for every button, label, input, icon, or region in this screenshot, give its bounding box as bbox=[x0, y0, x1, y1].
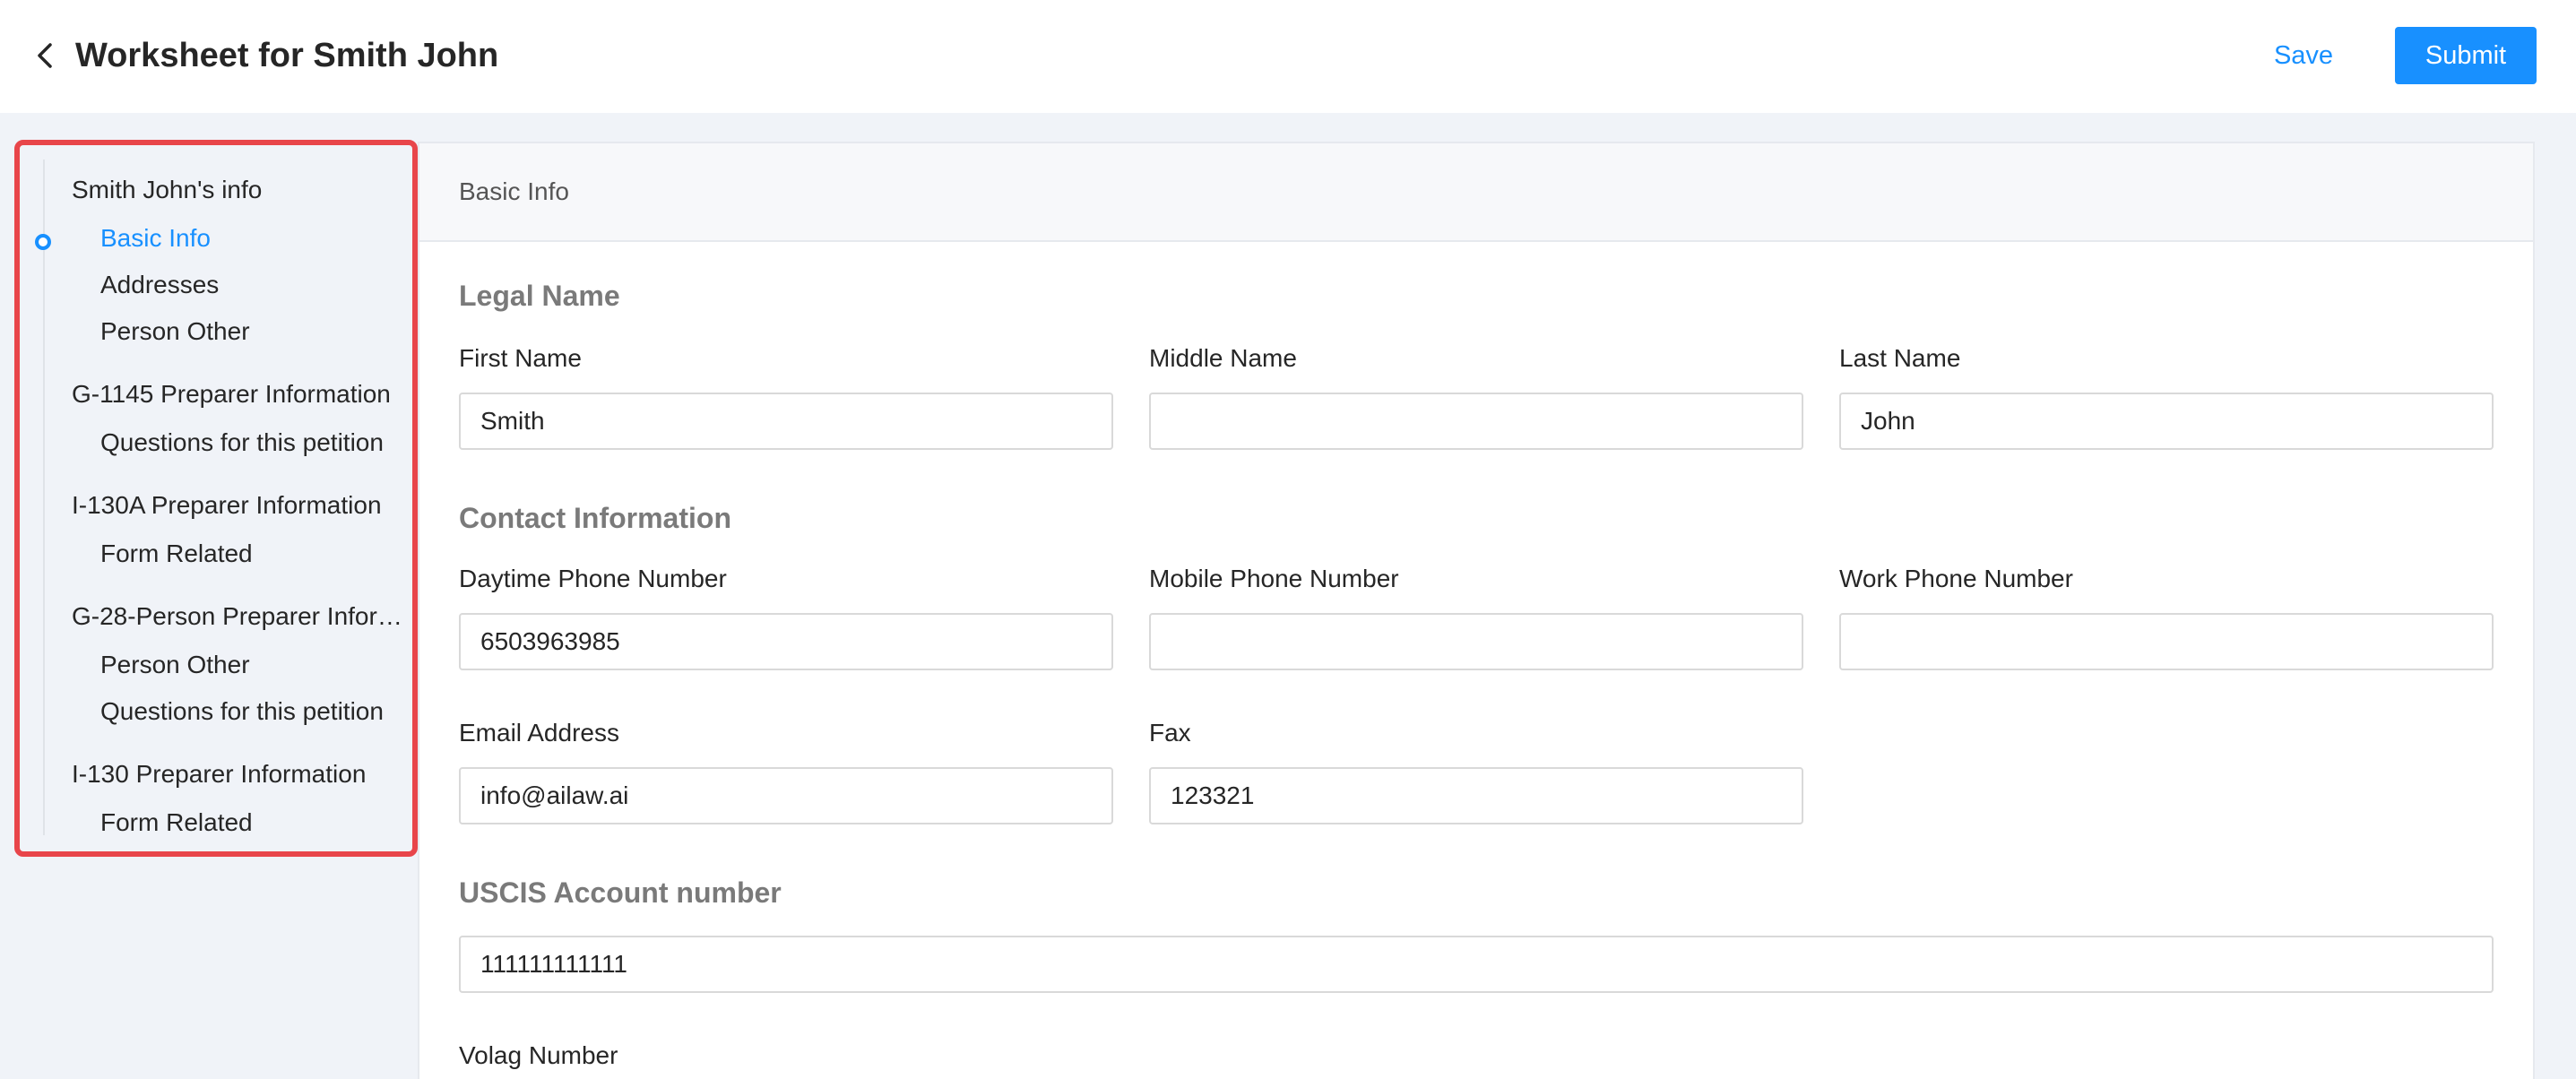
sidebar-group-i130a[interactable]: I-130A Preparer Information bbox=[72, 488, 418, 523]
sidebar-group-g28[interactable]: G-28-Person Preparer Information bbox=[72, 599, 418, 634]
sidebar-group-g1145[interactable]: G-1145 Preparer Information bbox=[72, 376, 418, 412]
back-arrow-icon[interactable] bbox=[32, 38, 59, 73]
sidebar-nav: Smith John's info Basic Info Addresses P… bbox=[14, 140, 418, 857]
contact-info-title: Contact Information bbox=[459, 502, 731, 534]
uscis-account-input[interactable] bbox=[459, 936, 2494, 993]
daytime-phone-input[interactable] bbox=[459, 613, 1113, 670]
page-title: Worksheet for Smith John bbox=[75, 37, 499, 74]
sidebar-item-questions-petition-2[interactable]: Questions for this petition bbox=[100, 694, 418, 729]
legal-name-title: Legal Name bbox=[459, 280, 620, 312]
sidebar-item-questions-petition[interactable]: Questions for this petition bbox=[100, 425, 418, 461]
email-label: Email Address bbox=[459, 719, 619, 747]
top-header: Worksheet for Smith John Save Submit bbox=[0, 0, 2576, 113]
sidebar-item-basic-info[interactable]: Basic Info bbox=[100, 220, 418, 256]
middle-name-input[interactable] bbox=[1149, 393, 1803, 450]
mobile-phone-label: Mobile Phone Number bbox=[1149, 565, 1399, 592]
mobile-phone-input[interactable] bbox=[1149, 613, 1803, 670]
sidebar-item-form-related-2[interactable]: Form Related bbox=[100, 805, 418, 841]
active-marker-icon bbox=[35, 234, 51, 250]
volag-number-label: Volag Number bbox=[459, 1041, 618, 1069]
work-phone-label: Work Phone Number bbox=[1839, 565, 2073, 592]
section-header: Basic Info bbox=[419, 143, 2533, 242]
fax-label: Fax bbox=[1149, 719, 1191, 747]
middle-name-label: Middle Name bbox=[1149, 344, 1297, 372]
sidebar-item-person-other[interactable]: Person Other bbox=[100, 314, 418, 350]
fax-input[interactable] bbox=[1149, 767, 1803, 824]
sidebar-item-person-other-2[interactable]: Person Other bbox=[100, 647, 418, 683]
sidebar-group-i130[interactable]: I-130 Preparer Information bbox=[72, 756, 418, 792]
save-button[interactable]: Save bbox=[2259, 29, 2348, 82]
sidebar-item-addresses[interactable]: Addresses bbox=[100, 267, 418, 303]
section-header-title: Basic Info bbox=[459, 177, 569, 205]
nav-track-line bbox=[43, 160, 45, 835]
last-name-input[interactable] bbox=[1839, 393, 2494, 450]
work-phone-input[interactable] bbox=[1839, 613, 2494, 670]
first-name-input[interactable] bbox=[459, 393, 1113, 450]
first-name-label: First Name bbox=[459, 344, 582, 372]
daytime-phone-label: Daytime Phone Number bbox=[459, 565, 727, 592]
email-input[interactable] bbox=[459, 767, 1113, 824]
sidebar-group-smith-john-info[interactable]: Smith John's info bbox=[72, 172, 418, 208]
submit-button[interactable]: Submit bbox=[2395, 27, 2537, 84]
last-name-label: Last Name bbox=[1839, 344, 1961, 372]
main-panel: Basic Info Legal Name First Name Middle … bbox=[418, 142, 2535, 1079]
uscis-account-title: USCIS Account number bbox=[459, 876, 782, 909]
sidebar-item-form-related[interactable]: Form Related bbox=[100, 536, 418, 572]
